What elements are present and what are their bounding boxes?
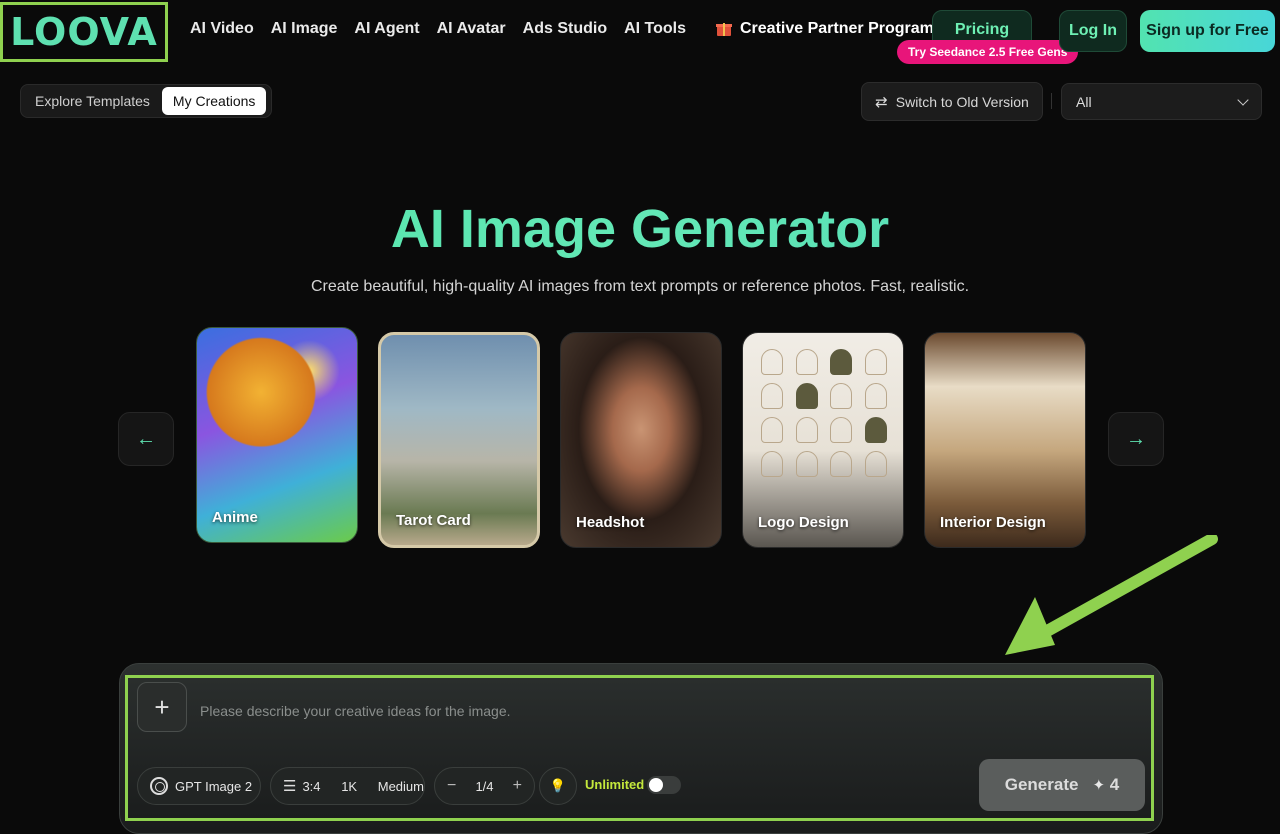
nav-ads-studio[interactable]: Ads Studio bbox=[523, 20, 607, 38]
add-reference-button[interactable]: + bbox=[137, 682, 187, 732]
page-title: AI Image Generator bbox=[0, 198, 1280, 260]
main-nav: AI Video AI Image AI Agent AI Avatar Ads… bbox=[190, 20, 686, 38]
signup-button[interactable]: Sign up for Free bbox=[1140, 10, 1275, 52]
nav-ai-image[interactable]: AI Image bbox=[271, 20, 338, 38]
page-subtitle: Create beautiful, high-quality AI images… bbox=[310, 278, 970, 295]
template-card-label: Anime bbox=[212, 509, 258, 526]
template-card-label: Tarot Card bbox=[396, 512, 471, 529]
creative-partner-label: Creative Partner Program bbox=[740, 20, 934, 37]
prompt-input[interactable] bbox=[200, 686, 960, 736]
promo-badge[interactable]: Try Seedance 2.5 Free Gens bbox=[897, 40, 1079, 64]
decrement-button[interactable]: − bbox=[447, 777, 456, 795]
image-settings-selector[interactable]: ☰ 3:4 1K Medium bbox=[270, 767, 425, 805]
template-card-label: Interior Design bbox=[940, 514, 1046, 531]
model-label: GPT Image 2 bbox=[175, 778, 253, 794]
top-header: LOOVA AI Video AI Image AI Agent AI Avat… bbox=[0, 0, 1280, 64]
resolution-value: 1K bbox=[341, 778, 358, 794]
filter-select[interactable]: All bbox=[1061, 83, 1262, 120]
template-card-logo-design[interactable]: Logo Design bbox=[742, 332, 904, 548]
template-card-anime[interactable]: Anime bbox=[196, 327, 358, 543]
template-card-interior-design[interactable]: Interior Design bbox=[924, 332, 1086, 548]
sparkle-icon: ✦ bbox=[1092, 777, 1106, 794]
lightbulb-icon: 💡 bbox=[549, 778, 567, 793]
unlimited-toggle[interactable] bbox=[647, 776, 681, 794]
filter-value: All bbox=[1076, 93, 1092, 110]
template-card-tarot[interactable]: Tarot Card bbox=[378, 332, 540, 548]
tab-my-creations[interactable]: My Creations bbox=[161, 87, 267, 115]
unlimited-label: Unlimited bbox=[585, 777, 645, 792]
generate-button[interactable]: Generate ✦ 4 bbox=[979, 759, 1145, 811]
image-count-stepper: − 1/4 + bbox=[434, 767, 535, 805]
ratio-value: 3:4 bbox=[302, 778, 321, 794]
switch-old-version-button[interactable]: ⇄ Switch to Old Version bbox=[861, 82, 1043, 121]
switch-old-version-label: Switch to Old Version bbox=[895, 93, 1029, 110]
plus-icon: + bbox=[154, 691, 170, 722]
quality-value: Medium bbox=[377, 778, 424, 794]
prompt-enhance-button[interactable]: 💡 bbox=[539, 767, 577, 805]
sliders-icon: ☰ bbox=[283, 778, 297, 795]
template-card-label: Headshot bbox=[576, 514, 645, 531]
nav-ai-video[interactable]: AI Video bbox=[190, 20, 254, 38]
view-tabs: Explore Templates My Creations bbox=[20, 84, 272, 118]
divider bbox=[1051, 93, 1052, 109]
generate-cost: 4 bbox=[1109, 775, 1120, 794]
swap-icon: ⇄ bbox=[875, 93, 888, 111]
generate-label: Generate bbox=[1004, 775, 1079, 794]
chevron-down-icon bbox=[1237, 93, 1249, 106]
pointer-arrow-icon bbox=[1005, 535, 1218, 655]
gift-icon bbox=[716, 21, 732, 37]
creative-partner-link[interactable]: Creative Partner Program bbox=[716, 20, 934, 38]
logo-text: LOOVA bbox=[10, 10, 158, 54]
template-card-headshot[interactable]: Headshot bbox=[560, 332, 722, 548]
template-card-label: Logo Design bbox=[758, 514, 849, 531]
carousel-next-button[interactable]: → bbox=[1108, 412, 1164, 466]
count-value: 1/4 bbox=[475, 778, 494, 794]
openai-icon bbox=[150, 777, 168, 795]
nav-ai-avatar[interactable]: AI Avatar bbox=[437, 20, 506, 38]
model-selector[interactable]: GPT Image 2 bbox=[137, 767, 261, 805]
logo[interactable]: LOOVA bbox=[0, 2, 168, 62]
carousel-prev-button[interactable]: ← bbox=[118, 412, 174, 466]
nav-ai-tools[interactable]: AI Tools bbox=[624, 20, 686, 38]
login-button[interactable]: Log In bbox=[1059, 10, 1127, 52]
increment-button[interactable]: + bbox=[513, 777, 522, 795]
nav-ai-agent[interactable]: AI Agent bbox=[354, 20, 419, 38]
logo-samples-image bbox=[757, 349, 891, 477]
tab-explore-templates[interactable]: Explore Templates bbox=[23, 87, 162, 115]
